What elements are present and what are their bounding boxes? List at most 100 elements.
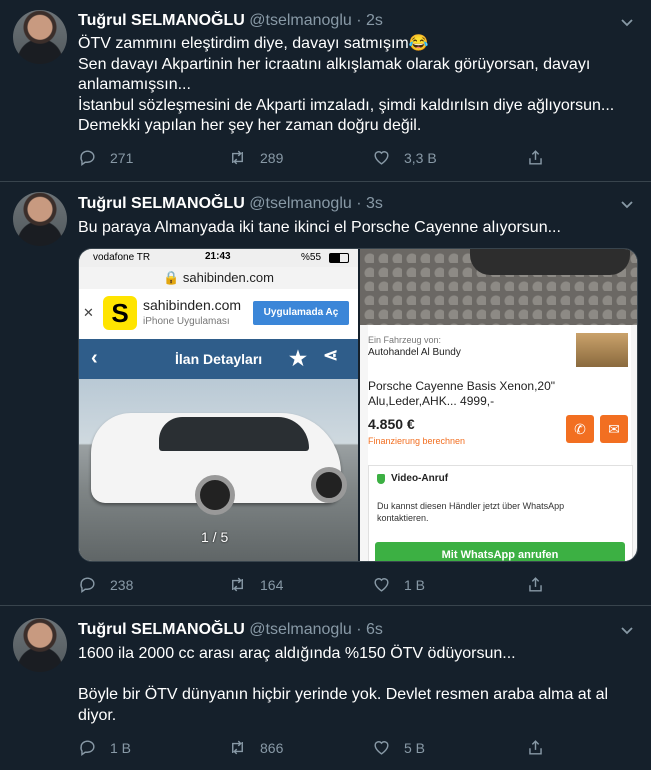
share-icon: [529, 740, 542, 755]
like-count: 3,3 B: [404, 149, 437, 166]
seller-label: Ein Fahrzeug von:: [368, 335, 442, 345]
tweet-line: ÖTV zammını eleştirdim diye, davayı satm…: [78, 35, 429, 52]
back-icon[interactable]: ‹: [91, 347, 98, 370]
tweet-3[interactable]: Tuğrul SELMANOĞLU @tselmanoglu · 6s 1600…: [0, 606, 651, 770]
car-photo[interactable]: 1 / 5: [79, 379, 358, 561]
author-name[interactable]: Tuğrul SELMANOĞLU: [78, 195, 245, 212]
sahibinden-logo: S: [103, 296, 137, 330]
open-in-app-button[interactable]: Uygulamada Aç: [253, 301, 349, 325]
listing-header: ‹ İlan Detayları ★ ⋖: [79, 339, 358, 379]
chevron-down-icon[interactable]: [619, 622, 635, 638]
car-wheel: [195, 475, 235, 515]
lock-icon: 🔒: [163, 270, 180, 285]
share-button[interactable]: [526, 575, 545, 594]
retweet-icon: [232, 577, 243, 592]
listing-title: Porsche Cayenne Basis Xenon,20" Alu,Lede…: [368, 379, 555, 409]
retweet-count: 866: [260, 739, 284, 756]
separator-dot: ·: [356, 621, 362, 638]
tweet-header: Tuğrul SELMANOĞLU @tselmanoglu · 3s: [78, 195, 383, 213]
battery-label: %55: [301, 252, 322, 263]
like-button[interactable]: 3,3 B: [372, 148, 437, 167]
avatar[interactable]: [13, 618, 67, 672]
call-button[interactable]: ✆: [566, 415, 594, 443]
share-icon[interactable]: ⋖: [323, 345, 338, 366]
tweet-line: İstanbul sözleşmesini de Akparti imzalad…: [78, 96, 615, 114]
car-photo: [360, 249, 637, 325]
separator-dot: ·: [356, 12, 362, 29]
author-name[interactable]: Tuğrul SELMANOĞLU: [78, 621, 245, 638]
like-count: 1 B: [404, 576, 426, 593]
avatar[interactable]: [13, 10, 67, 64]
tweet-line: Demekki yapılan her şey her zaman doğru …: [78, 117, 422, 134]
phone-icon: ✆: [574, 421, 586, 437]
phone-status-bar: vodafone TR 21:43 %55: [79, 249, 358, 267]
reply-button[interactable]: 1 B: [78, 738, 131, 757]
video-call-card: Video-Anruf Du kannst diesen Händler jet…: [368, 465, 633, 561]
heart-icon: [374, 151, 389, 165]
car-wheel: [311, 467, 347, 503]
url-text: sahibinden.com: [182, 270, 274, 285]
close-icon[interactable]: ✕: [83, 305, 94, 321]
like-button[interactable]: 1 B: [372, 575, 425, 594]
share-button[interactable]: [526, 738, 545, 757]
author-name[interactable]: Tuğrul SELMANOĞLU: [78, 12, 245, 29]
author-handle[interactable]: @tselmanoglu: [249, 195, 352, 212]
listing-title-line: Alu,Leder,AHK... 4999,-: [368, 394, 495, 408]
app-name: sahibinden.com: [143, 297, 242, 313]
carrier-label: vodafone TR: [93, 252, 151, 263]
media-image-mobile-de[interactable]: Ein Fahrzeug von: Autohandel Al Bundy Po…: [360, 249, 637, 561]
tweet-time[interactable]: 2s: [366, 12, 383, 29]
whatsapp-button[interactable]: Mit WhatsApp anrufen: [375, 542, 625, 561]
reply-count: 238: [110, 576, 134, 593]
reply-button[interactable]: 271: [78, 148, 133, 167]
retweet-count: 289: [260, 149, 284, 166]
listing-title-line: Porsche Cayenne Basis Xenon,20": [368, 379, 556, 393]
reply-icon: [80, 577, 95, 594]
retweet-button[interactable]: 866: [228, 738, 283, 757]
reply-count: 1 B: [110, 739, 132, 756]
whatsapp-label: Mit WhatsApp anrufen: [441, 549, 559, 561]
chevron-down-icon[interactable]: [619, 196, 635, 212]
shield-icon: [377, 474, 385, 484]
tweet-line: Böyle bir ÖTV dünyanın hiçbir yerinde yo…: [78, 686, 609, 724]
tweet-line: Sen davayı Akpartinin her icraatını alkı…: [78, 55, 591, 94]
tweet-actions: 271 289 3,3 B: [78, 148, 558, 170]
like-button[interactable]: 5 B: [372, 738, 425, 757]
chevron-down-icon[interactable]: [619, 14, 635, 30]
author-handle[interactable]: @tselmanoglu: [249, 12, 352, 29]
tweet-time[interactable]: 3s: [366, 195, 383, 212]
heart-icon: [374, 741, 389, 755]
financing-link[interactable]: Finanzierung berechnen: [368, 436, 465, 446]
share-button[interactable]: [526, 148, 545, 167]
dark-car: [470, 249, 630, 275]
seller-logo: [576, 333, 628, 367]
retweet-button[interactable]: 289: [228, 148, 283, 167]
video-title: Video-Anruf: [391, 473, 449, 484]
heart-icon: [374, 578, 389, 592]
share-icon: [529, 577, 542, 592]
price: 4.850 €: [368, 416, 415, 432]
tweet-1[interactable]: Tuğrul SELMANOĞLU @tselmanoglu · 2s ÖTV …: [0, 0, 651, 182]
star-icon[interactable]: ★: [289, 346, 307, 371]
reply-icon: [80, 740, 95, 757]
browser-url-bar[interactable]: 🔒 sahibinden.com: [79, 267, 358, 289]
tweet-actions: 238 164 1 B: [78, 575, 558, 597]
reply-button[interactable]: 238: [78, 575, 133, 594]
tweet-media[interactable]: vodafone TR 21:43 %55 🔒 sahibinden.com ✕…: [78, 248, 638, 562]
like-count: 5 B: [404, 739, 426, 756]
avatar[interactable]: [13, 192, 67, 246]
author-handle[interactable]: @tselmanoglu: [249, 621, 352, 638]
retweet-button[interactable]: 164: [228, 575, 283, 594]
listing-title: İlan Detayları: [175, 351, 263, 367]
email-button[interactable]: ✉: [600, 415, 628, 443]
reply-icon: [80, 150, 95, 167]
media-image-sahibinden[interactable]: vodafone TR 21:43 %55 🔒 sahibinden.com ✕…: [79, 249, 358, 561]
clock-label: 21:43: [205, 251, 231, 262]
app-banner: ✕ S sahibinden.com iPhone Uygulaması Uyg…: [79, 289, 358, 340]
tweet-text: ÖTV zammını eleştirdim diye, davayı satm…: [78, 34, 638, 137]
tweet-time[interactable]: 6s: [366, 621, 383, 638]
tweet-header: Tuğrul SELMANOĞLU @tselmanoglu · 2s: [78, 12, 383, 30]
seller-name[interactable]: Autohandel Al Bundy: [368, 347, 461, 358]
photo-counter: 1 / 5: [201, 529, 229, 545]
